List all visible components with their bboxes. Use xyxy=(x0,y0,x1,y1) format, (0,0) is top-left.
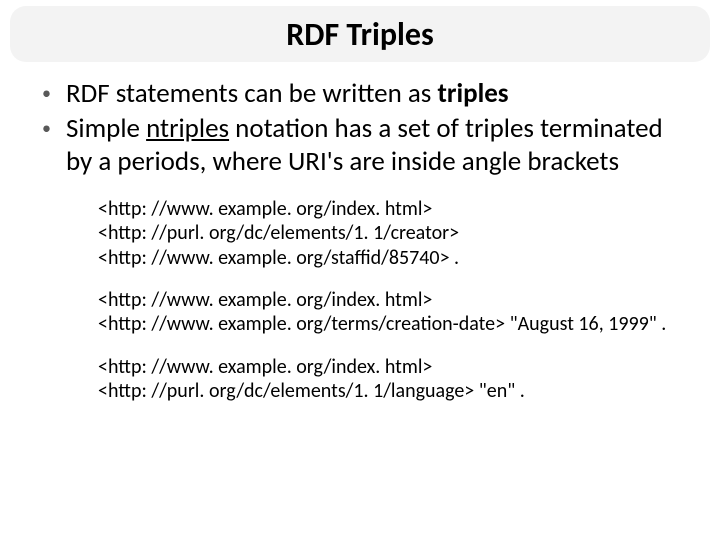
title-bar: RDF Triples xyxy=(10,6,710,62)
bullet-item: Simple ntriples notation has a set of tr… xyxy=(36,113,690,179)
example-block: <http: //www. example. org/index. html> … xyxy=(98,197,680,270)
bullet-text-em: triples xyxy=(437,77,508,110)
example-block: <http: //www. example. org/index. html> … xyxy=(98,355,680,404)
bullet-text-pre: Simple xyxy=(66,112,146,145)
slide: RDF Triples RDF statements can be writte… xyxy=(0,0,720,540)
slide-body: RDF statements can be written as triples… xyxy=(36,78,690,422)
examples: <http: //www. example. org/index. html> … xyxy=(98,197,680,404)
bullet-item: RDF statements can be written as triples xyxy=(36,78,690,111)
bullet-list: RDF statements can be written as triples… xyxy=(36,78,690,179)
bullet-text-pre: RDF statements can be written as xyxy=(66,77,437,110)
slide-title: RDF Triples xyxy=(286,15,433,54)
example-block: <http: //www. example. org/index. html> … xyxy=(98,288,680,337)
bullet-text-em: ntriples xyxy=(146,112,229,145)
